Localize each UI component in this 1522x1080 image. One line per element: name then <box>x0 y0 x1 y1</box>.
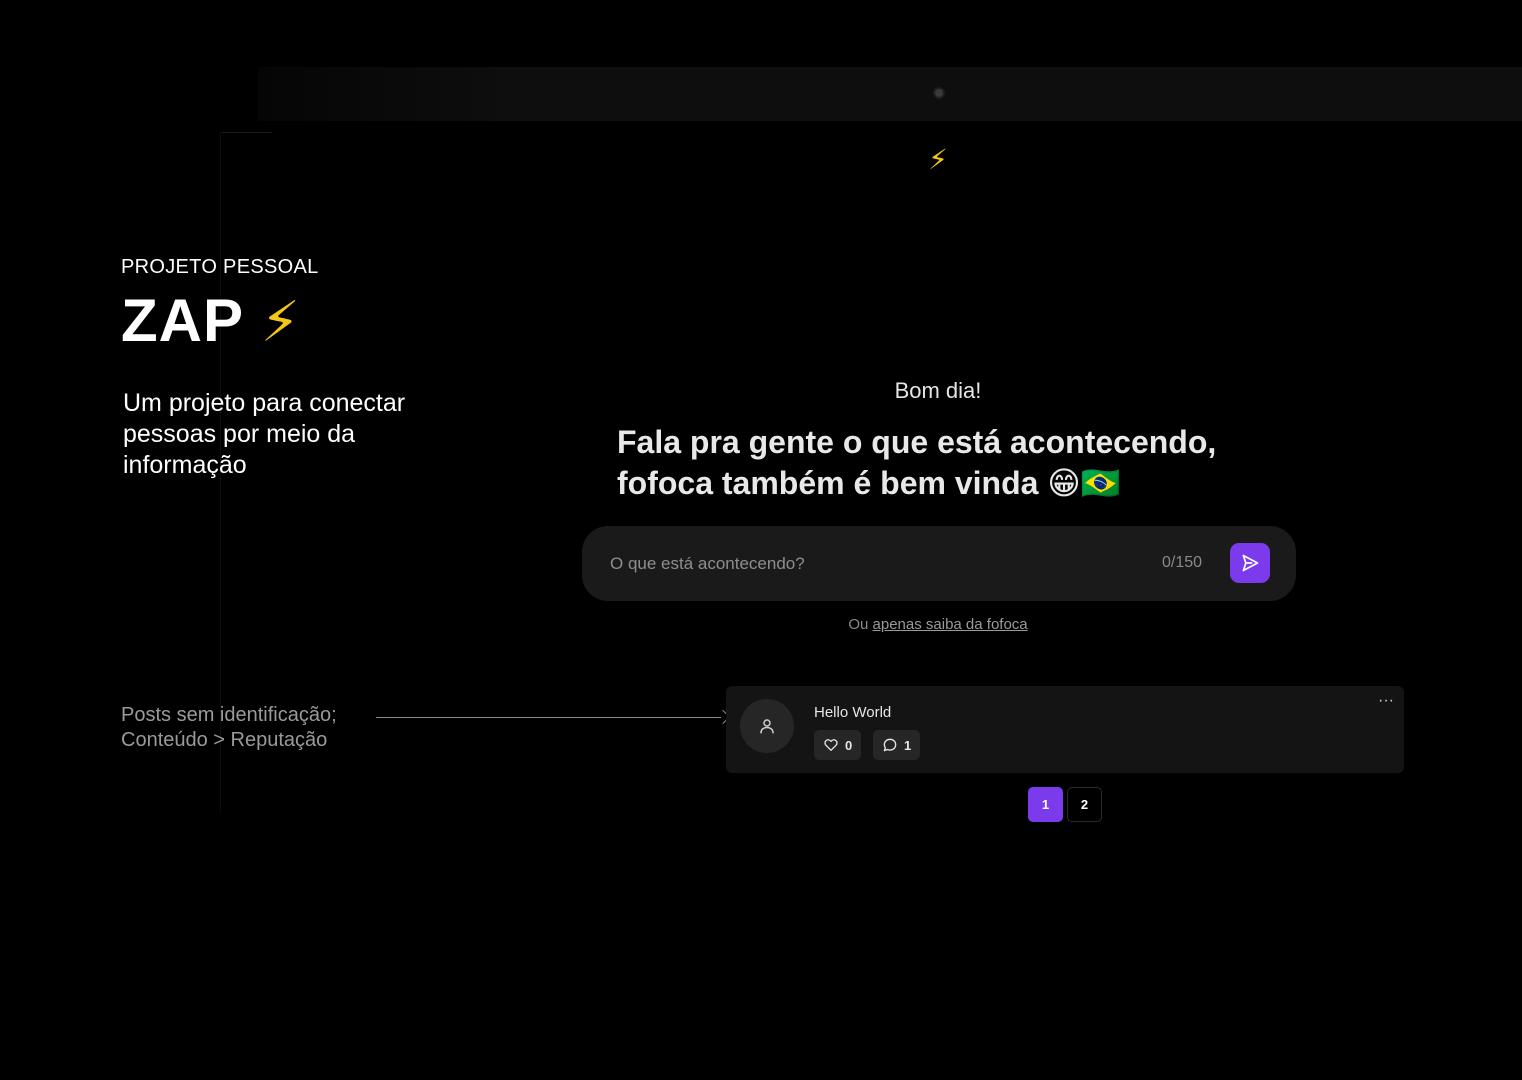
brand-title: ZAP ⚡ <box>121 286 301 355</box>
app-logo-bolt-icon[interactable]: ⚡ <box>918 140 958 180</box>
post-menu-icon[interactable]: ··· <box>1378 692 1394 710</box>
post-composer: 0/150 <box>582 526 1296 601</box>
page-button-2[interactable]: 2 <box>1067 787 1102 822</box>
page-button-1[interactable]: 1 <box>1028 787 1063 822</box>
callout-arrow-line <box>376 717 721 718</box>
browser-top-bar <box>258 67 1522 121</box>
char-counter: 0/150 <box>1162 554 1203 571</box>
project-description: Um projeto para conectar pessoas por mei… <box>123 389 406 479</box>
avatar <box>740 699 794 753</box>
project-kicker: PROJETO PESSOAL <box>121 256 319 278</box>
send-button[interactable] <box>1230 543 1270 583</box>
post-text: Hello World <box>814 704 892 721</box>
headline: Fala pra gente o que está acontecendo, f… <box>617 424 1217 501</box>
feature-line-1: Posts sem identificação; <box>121 704 337 726</box>
alt-action-line: Ou apenas saiba da fofoca <box>600 616 1276 633</box>
comment-count: 1 <box>904 737 912 753</box>
just-read-gossip-link[interactable]: apenas saiba da fofoca <box>873 616 1028 633</box>
feature-line-2: Conteúdo > Reputação <box>121 729 328 751</box>
comment-button[interactable]: 1 <box>873 730 921 760</box>
feature-callout: Posts sem identificação; Conteúdo > Repu… <box>121 703 337 753</box>
heart-icon <box>824 739 838 751</box>
comment-icon <box>883 738 897 752</box>
send-icon <box>1242 554 1259 572</box>
camera-dot <box>933 87 945 99</box>
brand-bolt-icon: ⚡ <box>260 290 301 353</box>
brand-name: ZAP <box>121 287 243 354</box>
greeting: Bom dia! <box>894 378 982 403</box>
alt-prefix: Ou <box>848 616 869 633</box>
post-input[interactable] <box>610 544 1130 584</box>
post-card: Hello World ··· 0 1 <box>726 686 1404 773</box>
user-icon <box>760 719 774 734</box>
frame-line-horizontal <box>222 132 272 133</box>
like-count: 0 <box>845 737 853 753</box>
like-button[interactable]: 0 <box>814 730 862 760</box>
